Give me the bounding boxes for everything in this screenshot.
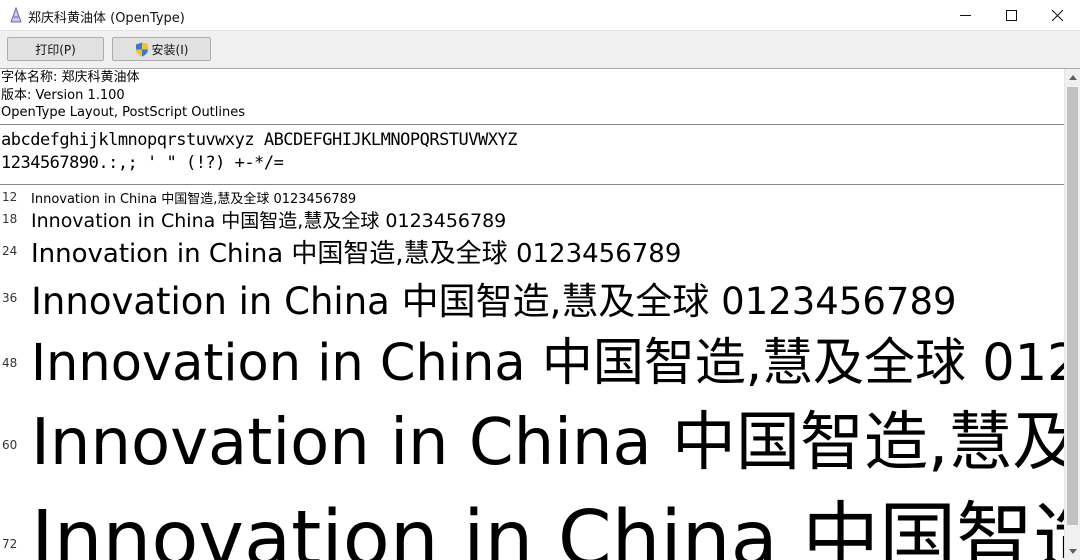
size-label: 24 (2, 244, 18, 258)
font-name-line: 字体名称: 郑庆科黄油体 (1, 70, 140, 85)
minimize-icon (959, 14, 971, 16)
chevron-up-icon (1069, 75, 1077, 80)
sample-line-60: Innovation in China 中国智造,慧及全球 0123456789 (31, 406, 1064, 480)
print-button-label: 打印(P) (35, 42, 76, 57)
uac-shield-icon (135, 42, 148, 56)
window-title: 郑庆科黄油体 (OpenType) (28, 11, 185, 26)
charset-letters: abcdefghijklmnopqrstuvwxyz ABCDEFGHIJKLM… (1, 130, 517, 150)
version-line: 版本: Version 1.100 (1, 88, 125, 103)
close-icon (1051, 9, 1063, 21)
scroll-down-button[interactable] (1065, 543, 1080, 560)
format-line: OpenType Layout, PostScript Outlines (1, 105, 246, 120)
install-button[interactable]: 安装(I) (112, 37, 211, 61)
size-label: 12 (2, 190, 18, 204)
size-label: 18 (2, 212, 18, 226)
charset-symbols: 1234567890.:,; ' " (!?) +-*/= (1, 153, 284, 173)
font-preview-area: 字体名称: 郑庆科黄油体 版本: Version 1.100 OpenType … (0, 69, 1064, 560)
close-button[interactable] (1034, 0, 1080, 30)
sample-line-72: Innovation in China 中国智造,慧及全球 0123456789 (31, 495, 1064, 560)
print-button[interactable]: 打印(P) (7, 37, 104, 61)
install-button-label: 安装(I) (151, 42, 189, 57)
vertical-scrollbar[interactable] (1064, 69, 1080, 560)
scroll-up-button[interactable] (1065, 69, 1080, 86)
size-label: 72 (2, 537, 18, 551)
title-bar: 郑庆科黄油体 (OpenType) (0, 0, 1080, 31)
scrollbar-thumb[interactable] (1067, 87, 1078, 525)
divider (0, 124, 1064, 125)
size-label: 60 (2, 438, 18, 452)
font-file-icon (10, 7, 22, 23)
sample-line-36: Innovation in China 中国智造,慧及全球 0123456789 (31, 280, 957, 323)
divider (0, 184, 1064, 185)
chevron-down-icon (1069, 549, 1077, 554)
toolbar: 打印(P) 安装(I) (0, 31, 1080, 69)
maximize-button[interactable] (988, 0, 1034, 30)
size-label: 48 (2, 356, 18, 370)
minimize-button[interactable] (942, 0, 988, 30)
maximize-icon (1005, 9, 1017, 21)
sample-line-12: Innovation in China 中国智造,慧及全球 0123456789 (31, 192, 357, 207)
sample-line-18: Innovation in China 中国智造,慧及全球 0123456789 (31, 210, 507, 232)
sample-line-24: Innovation in China 中国智造,慧及全球 0123456789 (31, 239, 682, 269)
sample-line-48: Innovation in China 中国智造,慧及全球 0123456789 (31, 334, 1064, 393)
size-label: 36 (2, 291, 18, 305)
